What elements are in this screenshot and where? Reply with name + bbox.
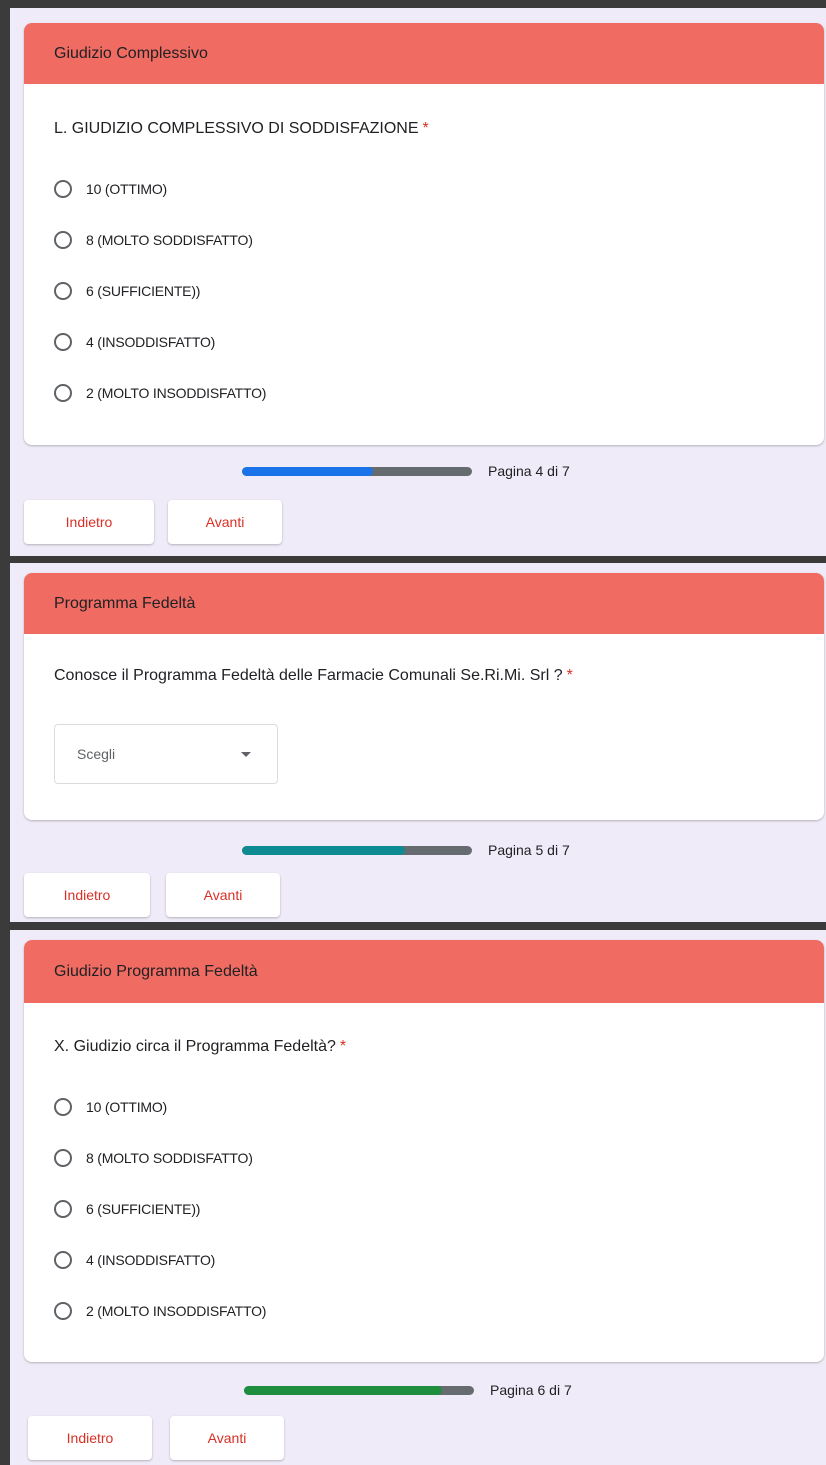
- question-title: X. Giudizio circa il Programma Fedeltà? *: [54, 1038, 346, 1056]
- radio-option-label: 10 (OTTIMO): [86, 1099, 168, 1115]
- progress-indicator: Pagina 6 di 7: [244, 1382, 572, 1398]
- progress-bar-fill: [244, 1385, 442, 1395]
- next-button[interactable]: Avanti: [166, 873, 280, 917]
- required-asterisk: *: [566, 667, 573, 684]
- radio-circle-icon[interactable]: [54, 1200, 72, 1218]
- radio-option[interactable]: 8 (MOLTO SODDISFATTO): [54, 227, 253, 253]
- radio-option-label: 8 (MOLTO SODDISFATTO): [86, 232, 253, 248]
- required-asterisk: *: [339, 1038, 347, 1055]
- back-button[interactable]: Indietro: [24, 500, 154, 544]
- section-title: Giudizio Complessivo: [54, 44, 208, 62]
- next-button[interactable]: Avanti: [168, 500, 282, 544]
- progress-indicator: Pagina 5 di 7: [242, 842, 570, 858]
- progress-bar: [244, 1385, 474, 1395]
- radio-option-label: 6 (SUFFICIENTE)): [86, 283, 201, 299]
- progress-label: Pagina 5 di 7: [488, 842, 570, 858]
- radio-option-label: 4 (INSODDISFATTO): [86, 1252, 216, 1268]
- question-title: L. GIUDIZIO COMPLESSIVO DI SODDISFAZIONE…: [54, 120, 429, 138]
- radio-circle-icon[interactable]: [54, 1098, 72, 1116]
- section-header: Giudizio Programma Fedeltà: [24, 940, 824, 1003]
- radio-option[interactable]: 10 (OTTIMO): [54, 176, 167, 202]
- progress-bar: [242, 466, 472, 476]
- radio-option-label: 2 (MOLTO INSODDISFATTO): [86, 1303, 267, 1319]
- radio-option[interactable]: 6 (SUFFICIENTE)): [54, 278, 200, 304]
- page-section-3: Giudizio Programma Fedeltà X. Giudizio c…: [10, 930, 826, 1465]
- radio-option-label: 4 (INSODDISFATTO): [86, 334, 216, 350]
- choose-dropdown[interactable]: Scegli: [54, 724, 278, 784]
- progress-bar-fill: [242, 845, 406, 855]
- question-text: Conosce il Programma Fedeltà delle Farma…: [54, 667, 563, 684]
- radio-option-label: 8 (MOLTO SODDISFATTO): [86, 1150, 253, 1166]
- page-section-1: Giudizio Complessivo L. GIUDIZIO COMPLES…: [10, 8, 826, 556]
- progress-label: Pagina 4 di 7: [488, 463, 570, 479]
- dropdown-caret-icon: [241, 751, 251, 757]
- radio-option[interactable]: 6 (SUFFICIENTE)): [54, 1196, 200, 1222]
- radio-circle-icon[interactable]: [54, 333, 72, 351]
- radio-option-label: 6 (SUFFICIENTE)): [86, 1201, 201, 1217]
- radio-circle-icon[interactable]: [54, 1251, 72, 1269]
- question-card: Programma Fedeltà Conosce il Programma F…: [24, 573, 824, 820]
- progress-label: Pagina 6 di 7: [490, 1382, 572, 1398]
- question-card: Giudizio Complessivo L. GIUDIZIO COMPLES…: [24, 23, 824, 445]
- back-button[interactable]: Indietro: [24, 873, 150, 917]
- page-section-2: Programma Fedeltà Conosce il Programma F…: [10, 563, 826, 922]
- question-text: X. Giudizio circa il Programma Fedeltà?: [54, 1038, 336, 1055]
- radio-circle-icon[interactable]: [54, 1302, 72, 1320]
- section-title: Giudizio Programma Fedeltà: [54, 962, 258, 980]
- radio-option[interactable]: 2 (MOLTO INSODDISFATTO): [54, 380, 266, 406]
- section-header: Giudizio Complessivo: [24, 23, 824, 84]
- section-title: Programma Fedeltà: [54, 594, 196, 612]
- radio-circle-icon[interactable]: [54, 180, 72, 198]
- radio-option[interactable]: 8 (MOLTO SODDISFATTO): [54, 1145, 253, 1171]
- radio-circle-icon[interactable]: [54, 231, 72, 249]
- radio-option[interactable]: 2 (MOLTO INSODDISFATTO): [54, 1298, 266, 1324]
- radio-option-label: 2 (MOLTO INSODDISFATTO): [86, 385, 267, 401]
- radio-option-label: 10 (OTTIMO): [86, 181, 168, 197]
- progress-indicator: Pagina 4 di 7: [242, 463, 570, 479]
- dropdown-value: Scegli: [77, 746, 116, 762]
- question-card: Giudizio Programma Fedeltà X. Giudizio c…: [24, 940, 824, 1362]
- question-text: L. GIUDIZIO COMPLESSIVO DI SODDISFAZIONE: [54, 120, 419, 137]
- question-title: Conosce il Programma Fedeltà delle Farma…: [54, 667, 573, 685]
- radio-option[interactable]: 10 (OTTIMO): [54, 1094, 167, 1120]
- section-header: Programma Fedeltà: [24, 573, 824, 634]
- back-button[interactable]: Indietro: [28, 1416, 152, 1460]
- radio-option[interactable]: 4 (INSODDISFATTO): [54, 1247, 215, 1273]
- radio-option[interactable]: 4 (INSODDISFATTO): [54, 329, 215, 355]
- required-asterisk: *: [422, 120, 429, 137]
- radio-circle-icon[interactable]: [54, 282, 72, 300]
- progress-bar-fill: [242, 466, 374, 476]
- progress-bar: [242, 845, 472, 855]
- radio-circle-icon[interactable]: [54, 1149, 72, 1167]
- next-button[interactable]: Avanti: [170, 1416, 284, 1460]
- radio-circle-icon[interactable]: [54, 384, 72, 402]
